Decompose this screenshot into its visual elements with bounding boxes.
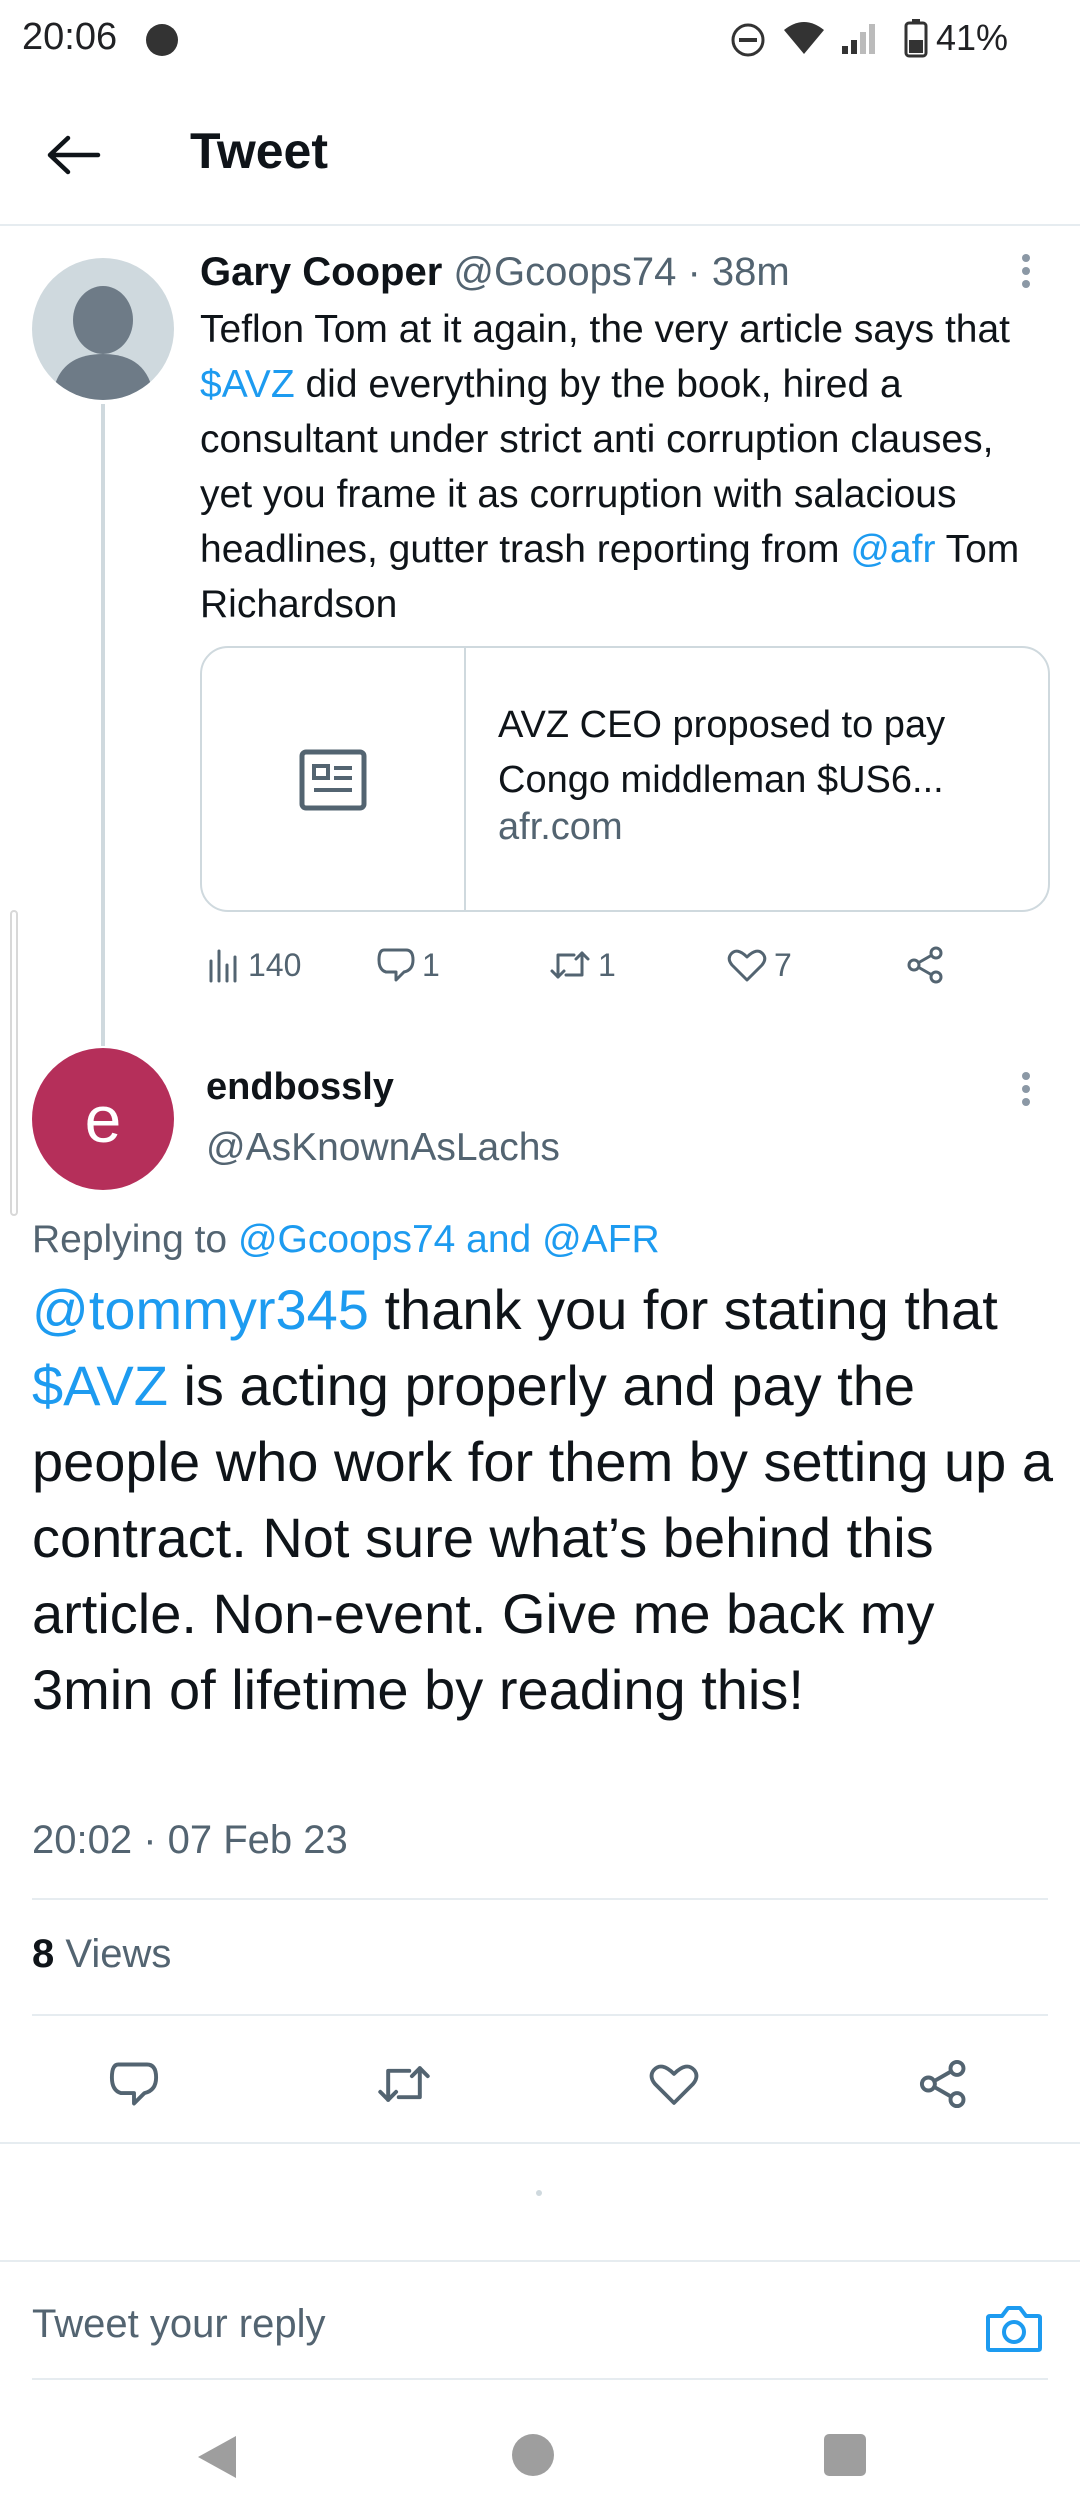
dnd-icon bbox=[731, 23, 765, 57]
wifi-icon bbox=[784, 22, 824, 54]
author-handle[interactable]: @AsKnownAsLachs bbox=[206, 1126, 560, 1170]
retweet-icon bbox=[550, 951, 590, 979]
divider bbox=[32, 2014, 1048, 2016]
reply-icon bbox=[377, 948, 415, 982]
nav-home-icon[interactable] bbox=[512, 2434, 554, 2476]
author-name[interactable]: endbossly bbox=[206, 1066, 394, 1109]
tweet-actions: 140 1 1 7 bbox=[200, 938, 1050, 992]
like-icon bbox=[649, 2064, 699, 2105]
reply-input[interactable]: Tweet your reply bbox=[32, 2302, 325, 2347]
battery-icon bbox=[904, 19, 928, 58]
nav-recents-icon[interactable] bbox=[824, 2434, 866, 2476]
tweet-timestamp[interactable]: 20:02 · 07 Feb 23 bbox=[32, 1818, 348, 1863]
replying-label: Replying to bbox=[32, 1218, 238, 1261]
notification-icon bbox=[146, 24, 178, 56]
back-arrow-icon[interactable] bbox=[44, 130, 104, 180]
card-thumbnail bbox=[202, 648, 466, 910]
author-handle[interactable]: @Gcoops74 bbox=[453, 250, 676, 294]
retweet-count: 1 bbox=[598, 946, 616, 983]
divider bbox=[32, 1898, 1048, 1900]
detail-actions bbox=[0, 2048, 1080, 2120]
views-count: 8 bbox=[32, 1932, 55, 1976]
retweet-button[interactable]: 1 bbox=[548, 938, 616, 992]
replying-to: Replying to @Gcoops74 and @AFR bbox=[32, 1218, 660, 1262]
avatar[interactable]: e bbox=[32, 1048, 174, 1190]
reply-button[interactable] bbox=[98, 2048, 170, 2120]
tweet-text-part: Teflon Tom at it again, the very article… bbox=[200, 308, 1011, 351]
views-count: 140 bbox=[248, 946, 302, 983]
share-button[interactable] bbox=[908, 2048, 980, 2120]
card-domain: afr.com bbox=[498, 806, 623, 848]
like-icon bbox=[727, 949, 767, 982]
replying-mention[interactable]: @Gcoops74 bbox=[238, 1218, 455, 1261]
default-avatar-icon bbox=[52, 286, 154, 400]
article-icon bbox=[299, 749, 367, 811]
divider bbox=[0, 2260, 1080, 2262]
divider bbox=[0, 2142, 1080, 2144]
tweet-text: @tommyr345 thank you for stating that $A… bbox=[32, 1272, 1062, 1728]
scrollbar[interactable] bbox=[10, 910, 18, 1216]
views-button[interactable]: 140 bbox=[206, 938, 301, 992]
nav-back-icon[interactable] bbox=[196, 2434, 238, 2480]
views-icon bbox=[209, 949, 237, 983]
like-button[interactable] bbox=[638, 2048, 710, 2120]
views-line[interactable]: 8 Views bbox=[32, 1932, 171, 1977]
camera-icon[interactable] bbox=[984, 2302, 1044, 2356]
share-icon bbox=[907, 946, 943, 984]
tweet-text: Teflon Tom at it again, the very article… bbox=[200, 302, 1050, 632]
replying-mention[interactable]: @AFR bbox=[542, 1218, 660, 1261]
separator: · bbox=[676, 250, 712, 294]
app-bar: Tweet bbox=[0, 80, 1080, 226]
signal-icon bbox=[842, 24, 875, 54]
page-title: Tweet bbox=[190, 123, 328, 179]
author-name[interactable]: Gary Cooper bbox=[200, 250, 442, 294]
reply-button[interactable]: 1 bbox=[376, 938, 440, 992]
cashtag-link[interactable]: $AVZ bbox=[32, 1354, 168, 1417]
like-count: 7 bbox=[774, 946, 792, 983]
mention-link[interactable]: @afr bbox=[850, 528, 935, 571]
replying-and: and bbox=[455, 1218, 543, 1261]
cashtag-link[interactable]: $AVZ bbox=[200, 363, 295, 406]
avatar[interactable] bbox=[32, 258, 174, 400]
retweet-button[interactable] bbox=[368, 2048, 440, 2120]
share-button[interactable] bbox=[906, 938, 952, 992]
avatar-letter: e bbox=[84, 1082, 122, 1156]
status-time: 20:06 bbox=[22, 16, 118, 58]
tweet-text-part: is acting properly and pay the people wh… bbox=[32, 1354, 1054, 1721]
thread-line bbox=[101, 404, 105, 1046]
reply-underline bbox=[32, 2378, 1048, 2380]
more-icon[interactable] bbox=[1006, 1072, 1046, 1112]
like-button[interactable]: 7 bbox=[726, 938, 792, 992]
tweet-text-part: thank you for stating that bbox=[368, 1278, 998, 1341]
system-nav-bar bbox=[0, 2400, 1080, 2520]
loading-indicator bbox=[536, 2190, 542, 2196]
views-label: Views bbox=[54, 1932, 172, 1976]
battery-percent: 41% bbox=[936, 17, 1009, 58]
card-title: AVZ CEO proposed to pay Congo middleman … bbox=[498, 704, 946, 801]
reply-icon bbox=[109, 2062, 159, 2106]
tweet-age: 38m bbox=[711, 250, 790, 294]
mention-link[interactable]: @tommyr345 bbox=[32, 1278, 369, 1341]
share-icon bbox=[919, 2059, 966, 2109]
retweet-icon bbox=[378, 2066, 430, 2102]
reply-count: 1 bbox=[422, 946, 440, 983]
more-icon[interactable] bbox=[1006, 254, 1046, 294]
tweet-author-line: Gary Cooper @Gcoops74 · 38m bbox=[200, 250, 790, 295]
status-bar: 20:06 41% bbox=[0, 0, 1080, 80]
link-card[interactable]: AVZ CEO proposed to pay Congo middleman … bbox=[200, 646, 1050, 912]
